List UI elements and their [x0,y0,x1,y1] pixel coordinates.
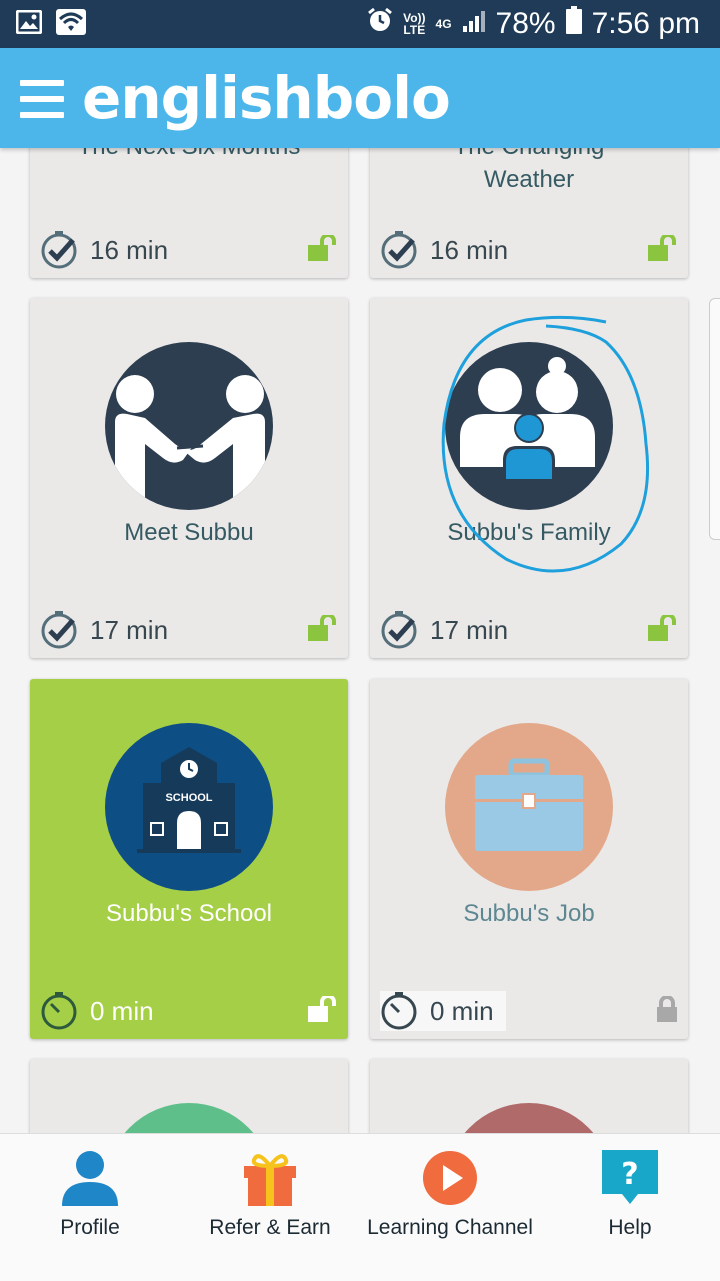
lesson-title: Subbu's School [105,900,273,927]
side-handle[interactable] [709,298,720,540]
brand-logo: englishbolo [82,64,451,132]
handshake-icon [105,342,273,510]
lesson-title: The Next Six Months [30,148,348,163]
annotation-circle [441,315,650,573]
svg-text:?: ? [621,1157,638,1192]
lesson-duration: 16 min [380,230,508,270]
status-bar: Vo)) LTE 4G 78% 7:56 pm [0,0,720,48]
alarm-icon [367,7,393,41]
unlock-icon [308,233,338,266]
briefcase-icon [445,723,613,891]
lesson-card[interactable]: Meet Subbu 17 min [30,298,348,658]
nav-refer-earn[interactable]: Refer & Earn [180,1134,360,1281]
lesson-duration: 16 min [40,230,168,270]
nav-help[interactable]: ? Help [540,1134,720,1281]
check-timer-icon [41,611,77,649]
app-bar: englishbolo [0,48,720,148]
lock-icon [656,995,678,1027]
bottom-navigation: Profile Refer & Earn Learning Channel ? … [0,1133,720,1281]
check-timer-icon [41,231,77,269]
lesson-title: Meet Subbu [124,519,254,546]
battery-icon [565,6,582,42]
lesson-card[interactable]: The Next Six Months 16 min [30,148,348,278]
lesson-duration: 17 min [380,610,508,650]
gift-icon [244,1154,296,1206]
check-timer-icon [381,231,417,269]
lesson-duration: 0 min [40,991,154,1031]
lesson-card[interactable]: Subbu's Job 0 min [370,679,688,1039]
lesson-duration: 0 min [380,991,506,1031]
play-icon [423,1151,477,1205]
unlock-icon [648,613,678,646]
unlock-icon [308,613,338,646]
timer-icon [381,992,417,1030]
unlock-icon [648,233,678,266]
nav-profile[interactable]: Profile [0,1134,180,1281]
lesson-card[interactable]: SCHOOL Subbu's School 0 min [30,679,348,1039]
network-indicator: 4G [435,17,452,31]
help-icon: ? [602,1150,658,1204]
clock-time: 7:56 pm [591,7,700,40]
gallery-icon [15,9,43,39]
signal-icon [462,7,486,41]
lesson-icon [105,1103,273,1133]
school-sign: SCHOOL [165,792,212,804]
nav-learning-channel[interactable]: Learning Channel [360,1134,540,1281]
lesson-icon [445,1103,613,1133]
profile-icon [62,1151,118,1206]
lesson-card[interactable]: The Changing Weather 16 min [370,148,688,278]
school-icon: SCHOOL [105,723,273,891]
lesson-title: Subbu's Job [463,900,595,927]
unlock-icon [308,994,338,1027]
wifi-icon [56,9,86,40]
menu-icon[interactable] [20,80,64,118]
battery-percent: 78% [495,7,556,40]
lesson-duration: 17 min [40,610,168,650]
check-timer-icon [381,611,417,649]
lesson-title: The Changing Weather [454,148,605,193]
lesson-card[interactable] [30,1059,348,1133]
lesson-grid: The Next Six Months 16 min The Changing … [0,148,720,1133]
lesson-card[interactable] [370,1059,688,1133]
timer-icon [41,992,77,1030]
volte-indicator: Vo)) LTE [403,11,426,37]
lesson-card[interactable]: Subbu's Family 17 min [370,298,688,658]
